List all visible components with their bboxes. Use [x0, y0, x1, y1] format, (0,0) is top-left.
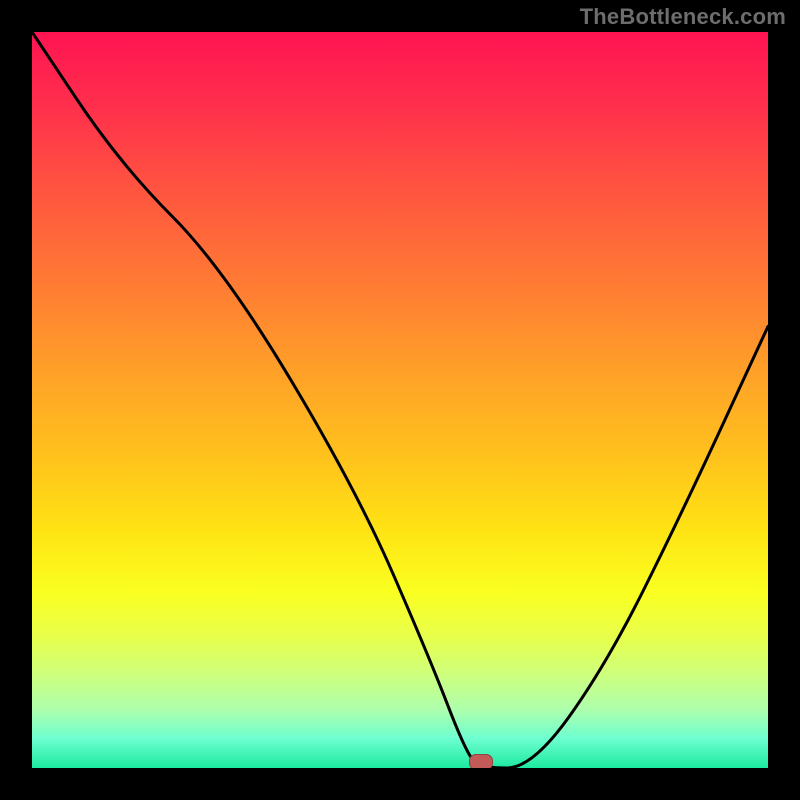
optimal-point-marker [469, 754, 493, 768]
bottleneck-curve [32, 32, 768, 768]
watermark-label: TheBottleneck.com [580, 4, 786, 30]
plot-area [32, 32, 768, 768]
chart-frame: TheBottleneck.com [0, 0, 800, 800]
